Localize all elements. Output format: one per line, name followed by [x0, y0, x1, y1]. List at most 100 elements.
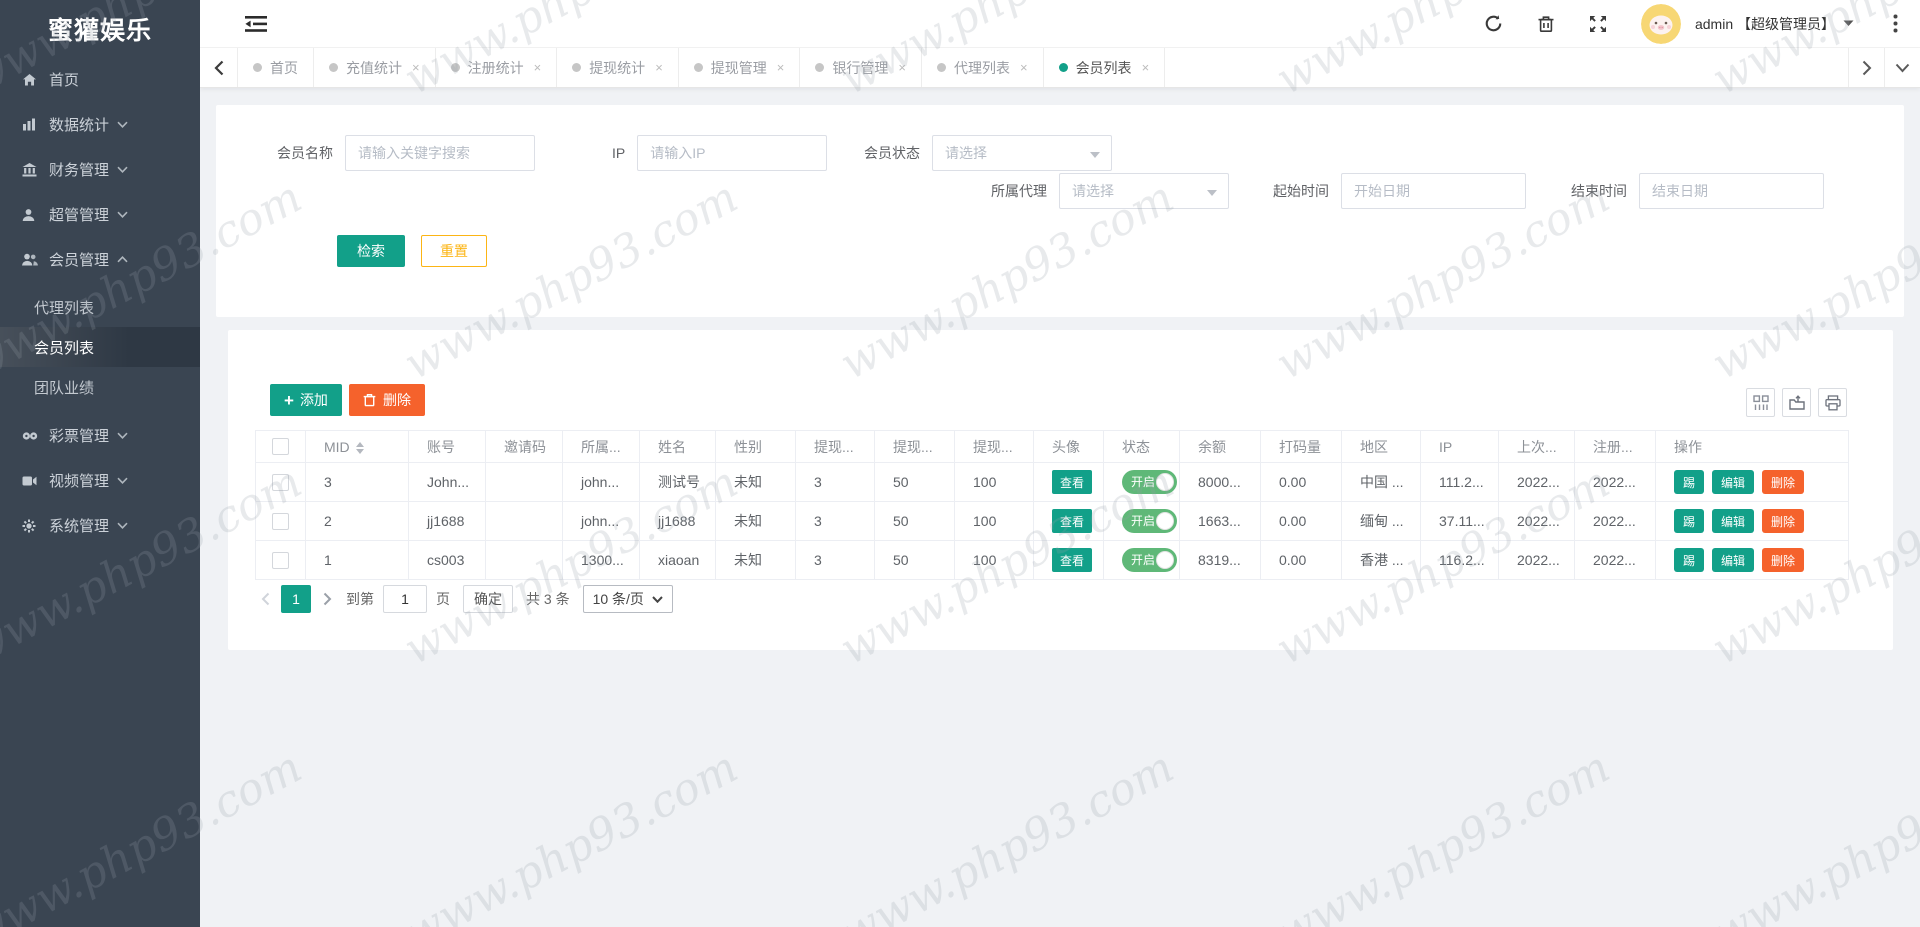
tab-7[interactable]: 会员列表 × — [1044, 48, 1166, 87]
delete-button[interactable]: 删除 — [1762, 509, 1805, 533]
close-icon[interactable]: × — [1142, 60, 1150, 75]
user-menu[interactable]: admin 【超级管理员】 — [1695, 14, 1854, 34]
export-button[interactable] — [1782, 388, 1811, 417]
delete-button[interactable]: 删除 — [1762, 548, 1805, 572]
avatar[interactable] — [1640, 3, 1681, 44]
status-toggle[interactable]: 开启 — [1122, 509, 1177, 533]
cell-w3: 100 — [954, 501, 1034, 541]
col-header-label: 状态 — [1122, 438, 1150, 455]
delete-button[interactable]: 删除 — [349, 384, 425, 416]
cell-checkbox — [255, 501, 306, 541]
refresh-button[interactable] — [1483, 13, 1505, 35]
sidebar-item-7[interactable]: 系统管理 — [0, 503, 200, 548]
chevron-down-icon — [1895, 63, 1910, 72]
col-header-label: 注册... — [1593, 438, 1633, 455]
col-header-label: 提现... — [973, 438, 1013, 455]
tabs-scroll-right-button[interactable] — [1848, 48, 1884, 87]
ip-input[interactable] — [637, 135, 828, 171]
sidebar-item-2[interactable]: 财务管理 — [0, 147, 200, 192]
member-name-input[interactable] — [345, 135, 535, 171]
print-button[interactable] — [1818, 388, 1847, 417]
end-date-input[interactable] — [1639, 173, 1824, 209]
view-avatar-button[interactable]: 查看 — [1052, 548, 1092, 572]
agent-select[interactable]: 请选择 — [1059, 173, 1229, 209]
view-avatar-button[interactable]: 查看 — [1052, 470, 1092, 494]
fullscreen-button[interactable] — [1587, 13, 1609, 35]
tabbar-right-controls — [1848, 48, 1920, 87]
chevron-down-icon — [652, 595, 663, 603]
search-button[interactable]: 检索 — [337, 235, 405, 267]
status-toggle[interactable]: 开启 — [1122, 470, 1177, 494]
user-icon — [22, 208, 39, 222]
tab-5[interactable]: 银行管理 × — [800, 48, 922, 87]
confirm-page-button[interactable]: 确定 — [463, 585, 513, 613]
tab-3[interactable]: 提现统计 × — [557, 48, 679, 87]
delete-button[interactable]: 删除 — [1762, 470, 1805, 494]
col-header-label: 打码量 — [1279, 438, 1321, 455]
edit-button[interactable]: 编辑 — [1712, 548, 1755, 572]
start-date-input[interactable] — [1341, 173, 1526, 209]
current-page[interactable]: 1 — [281, 585, 311, 613]
add-button[interactable]: + 添加 — [270, 384, 342, 416]
page-size-select[interactable]: 10 条/页 — [582, 585, 673, 613]
pagination: 1 到第 页 确定 共 3 条 10 条/页 — [255, 585, 673, 613]
edit-button[interactable]: 编辑 — [1712, 509, 1755, 533]
page-number-input[interactable] — [383, 585, 427, 613]
more-menu-button[interactable] — [1884, 13, 1906, 35]
col-header-label: 余额 — [1198, 438, 1226, 455]
kick-button[interactable]: 踢 — [1674, 548, 1705, 572]
clear-cache-button[interactable] — [1535, 13, 1557, 35]
row-checkbox[interactable] — [272, 473, 289, 491]
close-icon[interactable]: × — [655, 60, 663, 75]
sidebar-subitem-2[interactable]: 团队业绩 — [0, 367, 200, 407]
cell-last: 2022... — [1498, 462, 1575, 502]
cell-balance: 1663... — [1179, 501, 1261, 541]
sort-icon[interactable] — [355, 441, 364, 454]
cell-region: 中国 ... — [1341, 462, 1421, 502]
sidebar-item-3[interactable]: 超管管理 — [0, 192, 200, 237]
tabs-scroll-left-button[interactable] — [200, 48, 238, 87]
sidebar-item-6[interactable]: 视频管理 — [0, 458, 200, 503]
cell-actions: 踢编辑 删除 — [1655, 540, 1849, 580]
tab-4[interactable]: 提现管理 × — [679, 48, 801, 87]
cell-actions: 踢编辑 删除 — [1655, 462, 1849, 502]
tab-6[interactable]: 代理列表 × — [922, 48, 1044, 87]
sidebar-subitem-0[interactable]: 代理列表 — [0, 287, 200, 327]
col-header-label: 邀请码 — [504, 438, 546, 455]
close-icon[interactable]: × — [898, 60, 906, 75]
chevron-left-icon — [261, 592, 269, 606]
sidebar-item-1[interactable]: 数据统计 — [0, 102, 200, 147]
kick-button[interactable]: 踢 — [1674, 509, 1705, 533]
tab-0[interactable]: 首页 — [238, 48, 314, 87]
sidebar-item-label: 首页 — [49, 72, 80, 89]
col-header-3: 邀请码 — [485, 430, 563, 463]
member-status-select[interactable]: 请选择 — [932, 135, 1112, 171]
chevron-down-icon — [117, 432, 128, 439]
close-icon[interactable]: × — [534, 60, 542, 75]
prev-page-button[interactable] — [255, 585, 275, 613]
sidebar-item-5[interactable]: 彩票管理 — [0, 413, 200, 458]
next-page-button[interactable] — [317, 585, 337, 613]
status-toggle[interactable]: 开启 — [1122, 548, 1177, 572]
chevron-down-icon — [1207, 190, 1217, 196]
reset-button[interactable]: 重置 — [421, 235, 487, 267]
close-icon[interactable]: × — [1020, 60, 1028, 75]
select-all-checkbox[interactable] — [272, 438, 289, 456]
row-checkbox[interactable] — [272, 512, 289, 530]
close-icon[interactable]: × — [412, 60, 420, 75]
edit-button[interactable]: 编辑 — [1712, 470, 1755, 494]
collapse-sidebar-button[interactable] — [245, 15, 267, 33]
kick-button[interactable]: 踢 — [1674, 470, 1705, 494]
tab-2[interactable]: 注册统计 × — [436, 48, 558, 87]
tab-1[interactable]: 充值统计 × — [314, 48, 436, 87]
admin-app: 蜜獾娱乐 首页 数据统计 财务管理 超管管理 会员管理 代理列表 会员列表 团队业绩 彩票管理视… — [0, 0, 1920, 927]
sidebar-subitem-1[interactable]: 会员列表 — [0, 327, 200, 367]
cell-ip: 111.2... — [1420, 462, 1499, 502]
row-checkbox[interactable] — [272, 551, 289, 569]
tabs-options-button[interactable] — [1884, 48, 1920, 87]
view-avatar-button[interactable]: 查看 — [1052, 509, 1092, 533]
sidebar-item-0[interactable]: 首页 — [0, 57, 200, 102]
sidebar-item-4[interactable]: 会员管理 — [0, 237, 200, 282]
columns-filter-button[interactable] — [1746, 388, 1775, 417]
close-icon[interactable]: × — [777, 60, 785, 75]
